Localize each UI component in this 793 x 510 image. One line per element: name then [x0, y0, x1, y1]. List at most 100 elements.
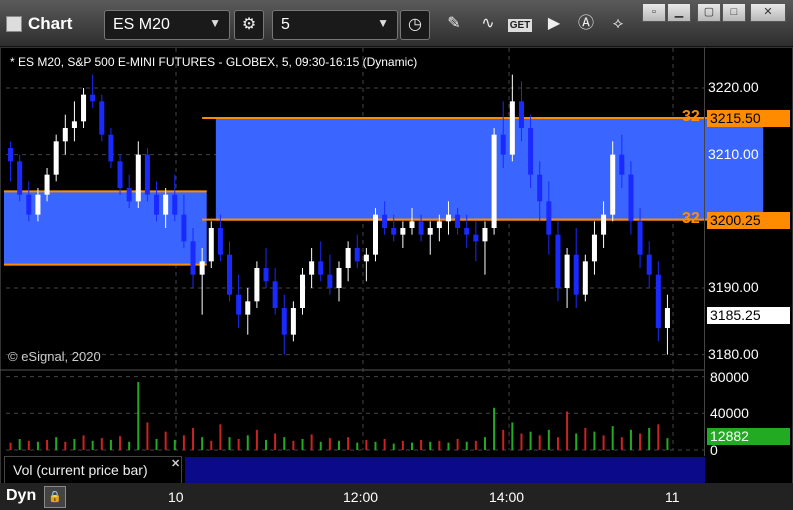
volume-bar	[55, 437, 58, 450]
candle-body	[455, 214, 461, 228]
volume-bar	[465, 441, 468, 450]
close-icon[interactable]: ✕	[171, 457, 180, 470]
candle-body	[537, 174, 543, 202]
candle-body	[263, 268, 269, 282]
volume-bar	[182, 435, 185, 450]
volume-bar	[502, 429, 505, 450]
candle-body	[363, 254, 369, 262]
candle-body	[62, 128, 68, 142]
candle-body	[44, 174, 50, 195]
volume-bar	[401, 440, 404, 450]
candle-body	[646, 254, 652, 275]
volume-bar	[593, 431, 596, 450]
candle-body	[546, 201, 552, 235]
volume-bar	[155, 438, 158, 450]
candle-body	[117, 161, 123, 188]
level-price-tag: 3200.25	[707, 211, 790, 229]
volume-bar	[274, 433, 277, 450]
candle-body	[436, 221, 442, 228]
volume-bar	[119, 436, 122, 450]
volume-bar	[246, 435, 249, 450]
level-band	[215, 118, 764, 220]
volume-bar	[657, 424, 660, 450]
time-tick-label: 12:00	[343, 489, 379, 505]
volume-bar	[511, 422, 514, 450]
candle-body	[208, 228, 214, 262]
volume-bar	[374, 441, 377, 450]
candle-body	[528, 128, 534, 175]
candle-body	[245, 301, 251, 315]
volume-bar	[46, 439, 49, 450]
candle-body	[628, 174, 634, 222]
volume-bar	[100, 438, 103, 450]
lock-icon[interactable]: 🔒	[44, 486, 66, 508]
volume-bar	[338, 440, 340, 450]
volume-bar	[36, 441, 39, 450]
candle-body	[473, 234, 479, 242]
volume-bar	[365, 439, 368, 450]
volume-bar	[474, 440, 477, 450]
volume-bar	[128, 441, 131, 450]
candle-body	[90, 94, 96, 102]
volume-bar	[27, 440, 30, 450]
volume-bar	[310, 434, 313, 450]
candle-body	[135, 154, 141, 202]
candle-body	[318, 261, 324, 275]
copyright: © eSignal, 2020	[8, 349, 101, 364]
volume-bar	[383, 438, 386, 450]
volume-bar	[520, 433, 523, 450]
volume-bar	[301, 438, 304, 450]
candle-body	[582, 261, 588, 295]
candle-body	[464, 228, 470, 235]
volume-bar	[438, 440, 441, 450]
volume-bar	[447, 442, 450, 450]
volume-bar	[18, 438, 21, 450]
volume-bar	[538, 435, 541, 450]
volume-bar	[493, 407, 496, 450]
candle-body	[181, 214, 187, 242]
dynamic-mode-label[interactable]: Dyn	[6, 487, 36, 505]
candle-body	[610, 154, 616, 215]
candle-body	[354, 248, 360, 262]
candle-body	[272, 281, 278, 308]
volume-bar	[347, 437, 350, 450]
candle-body	[163, 194, 169, 215]
volume-bar	[328, 438, 331, 450]
volume-legend[interactable]: Vol (current price bar)	[4, 456, 182, 484]
time-tick-label: 10	[168, 489, 184, 505]
candle-body	[154, 194, 160, 215]
volume-bar	[82, 435, 85, 450]
volume-bar	[210, 440, 213, 450]
volume-bar	[319, 441, 322, 450]
volume-bar	[146, 422, 149, 450]
candle-body	[81, 94, 87, 122]
volume-panel-header	[184, 456, 706, 484]
candle-body	[445, 214, 451, 222]
price-chart[interactable]	[0, 0, 793, 510]
candle-body	[418, 221, 424, 235]
volume-bar	[164, 431, 167, 450]
volume-bar	[456, 438, 459, 450]
volume-bar	[137, 382, 140, 450]
candle-body	[655, 274, 661, 328]
volume-bar	[420, 439, 423, 450]
price-tick-label: 3220.00	[708, 79, 759, 95]
candle-body	[564, 254, 570, 288]
volume-bar	[529, 431, 532, 450]
last-price-tag: 3185.25	[707, 307, 790, 324]
volume-bar	[173, 439, 176, 450]
candle-body	[236, 294, 242, 315]
price-tick-label: 3210.00	[708, 145, 759, 162]
candle-body	[108, 134, 114, 162]
volume-bar	[584, 427, 587, 450]
volume-bar	[228, 437, 231, 450]
volume-bar	[666, 438, 669, 450]
level-count-label: 32	[682, 209, 700, 227]
candle-body	[290, 308, 296, 335]
candle-body	[555, 234, 561, 288]
time-tick-label: 14:00	[489, 489, 525, 505]
candle-body	[482, 228, 488, 242]
volume-bar	[109, 439, 112, 450]
candle-body	[573, 254, 579, 295]
volume-bar	[192, 427, 195, 450]
